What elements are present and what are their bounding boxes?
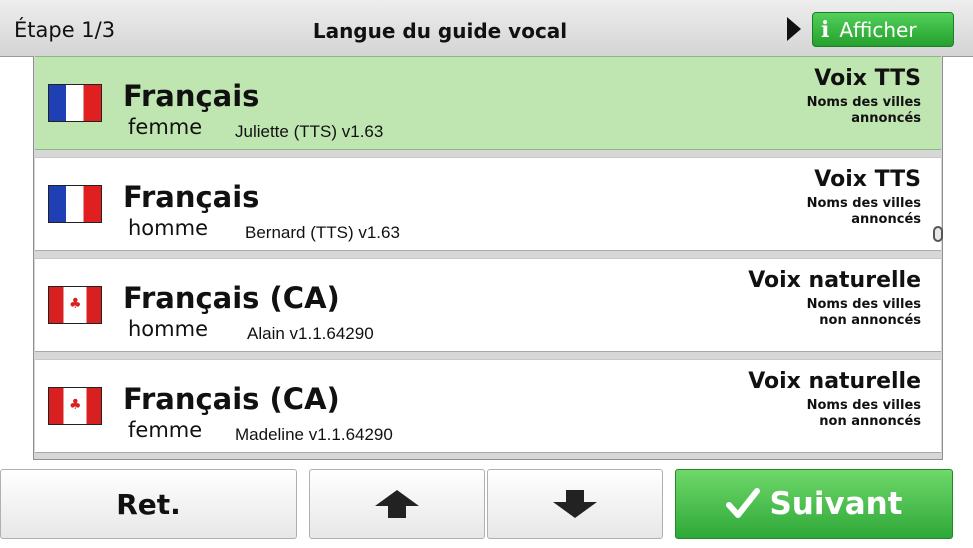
arrow-down-icon <box>553 490 597 518</box>
checkmark-icon <box>726 488 761 518</box>
top-bar: Étape 1/3 Langue du guide vocal i Affich… <box>0 0 973 57</box>
city-names-note: Noms des villes annoncés <box>721 196 921 228</box>
list-item-voice-alain[interactable]: ♣ Français (CA) homme Alain v1.1.64290 V… <box>35 258 941 352</box>
show-button-label: Afficher <box>839 17 917 42</box>
note-line-2: annoncés <box>851 111 921 126</box>
list-item-voice-madeline[interactable]: ♣ Français (CA) femme Madeline v1.1.6429… <box>35 359 941 453</box>
city-names-note: Noms des villes non annoncés <box>721 398 921 430</box>
list-item-voice-juliette[interactable]: Français femme Juliette (TTS) v1.63 Voix… <box>35 56 941 150</box>
scroll-up-button[interactable] <box>309 469 485 539</box>
voice-gender: homme <box>128 216 208 240</box>
city-names-note: Noms des villes annoncés <box>721 95 921 127</box>
voice-list: Français femme Juliette (TTS) v1.63 Voix… <box>33 56 943 460</box>
voice-language: Français (CA) <box>123 281 340 315</box>
note-line-2: annoncés <box>851 212 921 227</box>
france-flag-icon <box>48 185 102 223</box>
maple-leaf-icon: ♣ <box>69 296 82 312</box>
voice-type: Voix TTS <box>814 66 921 91</box>
note-line-1: Noms des villes <box>806 398 921 413</box>
bottom-toolbar: Ret. Suivant <box>0 460 973 548</box>
voice-name: Bernard (TTS) v1.63 <box>245 223 400 242</box>
canada-flag-icon: ♣ <box>48 387 102 425</box>
page-title: Langue du guide vocal <box>312 19 568 43</box>
next-button[interactable]: Suivant <box>675 469 953 539</box>
scroll-down-button[interactable] <box>487 469 663 539</box>
info-icon: i <box>821 16 830 43</box>
voice-type: Voix TTS <box>814 167 921 192</box>
voice-type: Voix naturelle <box>748 268 921 293</box>
maple-leaf-icon: ♣ <box>69 397 82 413</box>
note-line-2: non annoncés <box>819 313 921 328</box>
back-button-label: Ret. <box>116 487 181 521</box>
list-item-voice-bernard[interactable]: Français homme Bernard (TTS) v1.63 Voix … <box>35 157 941 251</box>
note-line-1: Noms des villes <box>806 95 921 110</box>
voice-type: Voix naturelle <box>748 369 921 394</box>
note-line-1: Noms des villes <box>806 297 921 312</box>
voice-gender: femme <box>128 418 203 442</box>
voice-gender: homme <box>128 317 208 341</box>
voice-language: Français (CA) <box>123 382 340 416</box>
scrollbar-handle[interactable] <box>933 226 943 242</box>
voice-name: Juliette (TTS) v1.63 <box>235 122 384 141</box>
next-button-label: Suivant <box>769 486 903 522</box>
voice-name: Madeline v1.1.64290 <box>235 425 393 444</box>
voice-language: Français <box>123 180 260 214</box>
note-line-1: Noms des villes <box>806 196 921 211</box>
voice-name: Alain v1.1.64290 <box>247 324 374 343</box>
arrow-right-icon <box>787 17 801 41</box>
voice-gender: femme <box>128 115 203 139</box>
note-line-2: non annoncés <box>819 414 921 429</box>
arrow-up-icon <box>375 490 419 518</box>
canada-flag-icon: ♣ <box>48 286 102 324</box>
city-names-note: Noms des villes non annoncés <box>721 297 921 329</box>
back-button[interactable]: Ret. <box>0 469 297 539</box>
voice-language: Français <box>123 79 260 113</box>
show-button[interactable]: i Afficher <box>812 12 954 47</box>
france-flag-icon <box>48 84 102 122</box>
